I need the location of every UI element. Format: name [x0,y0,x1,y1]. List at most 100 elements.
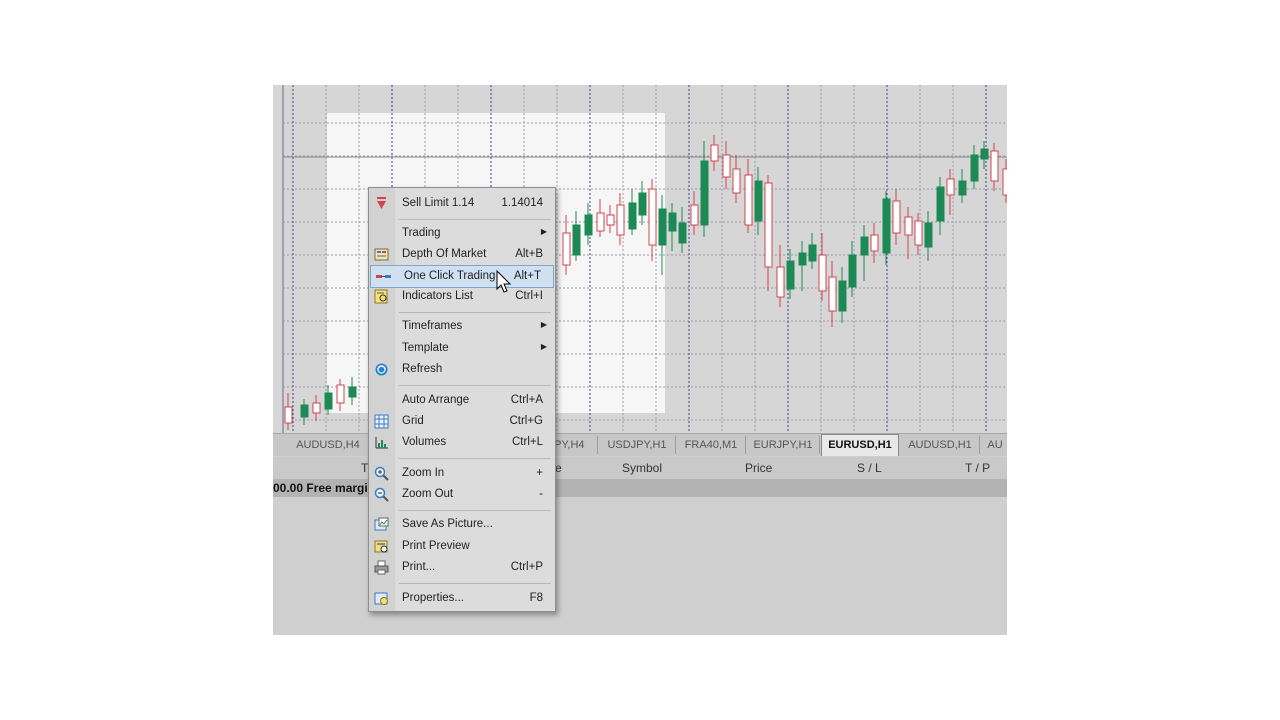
tab-eurjpy-h1[interactable]: EURJPY,H1 [747,436,820,454]
candlestick [958,169,967,203]
zoom-out-icon [374,487,389,502]
candlestick [596,199,605,237]
candlestick [798,241,807,291]
menu-item-label: Sell Limit 1.14 [402,197,475,209]
candlestick [690,191,699,235]
candlestick [754,167,763,235]
menu-item-zoom-in[interactable]: Zoom In + [369,463,555,484]
menu-separator [399,385,551,386]
menu-item-auto-arrange[interactable]: Auto Arrange Ctrl+A [369,390,555,411]
mouse-pointer-icon [496,269,512,297]
depth-of-market-icon [374,247,389,262]
column-header-symbol[interactable]: Symbol [622,461,662,475]
tab-eurusd-h1[interactable]: EURUSD,H1 [821,434,899,456]
menu-item-label: Zoom In [402,467,445,479]
menu-item-label: Print Preview [402,540,470,552]
menu-item-label: Volumes [402,436,447,448]
menu-item-label: Trading [402,227,441,239]
candlestick [744,159,753,233]
candlestick [658,195,667,275]
candlestick [606,205,615,233]
candlestick [584,203,593,245]
menu-item-label: Grid [402,415,424,427]
menu-item-shortcut: Ctrl+L [512,436,543,448]
menu-item-label: Template [402,342,449,354]
menu-separator [399,510,551,511]
menu-item-label: Zoom Out [402,488,454,500]
menu-item-refresh[interactable]: Refresh [369,359,555,380]
menu-item-shortcut: Ctrl+A [510,394,543,406]
candlestick [776,245,785,307]
column-header-tp[interactable]: T / P [965,461,990,475]
tab-fra40-m1[interactable]: FRA40,M1 [677,436,746,454]
menu-item-label: Print... [402,561,436,573]
menu-item-depth-of-market[interactable]: Depth Of Market Alt+B [369,244,555,265]
menu-item-template[interactable]: Template ▶ [369,338,555,359]
column-header-sl[interactable]: S / L [857,461,882,475]
save-picture-icon [374,517,389,532]
candlestick [638,181,647,225]
menu-item-shortcut: + [536,467,543,479]
candlestick [722,141,731,189]
menu-separator [399,458,551,459]
menu-item-label: Indicators List [402,290,473,302]
candlestick [892,189,901,245]
one-click-trading-icon [376,269,391,284]
menu-item-label: One Click Trading [404,270,496,282]
menu-item-shortcut: - [539,488,543,500]
candlestick [980,141,989,169]
menu-item-volumes[interactable]: Volumes Ctrl+L [369,432,555,453]
candlestick [628,189,637,235]
refresh-icon [374,362,389,377]
menu-item-label: Refresh [402,363,443,375]
print-preview-icon [374,539,389,554]
candlestick [882,191,891,265]
menu-item-shortcut: F8 [529,592,543,604]
candlestick [1002,159,1007,203]
menu-item-shortcut: 1.14014 [501,197,543,209]
candlestick [818,233,827,301]
menu-item-timeframes[interactable]: Timeframes ▶ [369,316,555,337]
candlestick [924,211,933,261]
free-margin-text: 00.00 Free margin [273,481,376,495]
menu-item-trading[interactable]: Trading ▶ [369,223,555,244]
candlestick [990,143,999,191]
menu-item-one-click-trading[interactable]: One Click Trading Alt+T [370,265,554,288]
menu-item-sell-limit[interactable]: Sell Limit 1.14 1.14014 [369,193,555,214]
candlestick [710,135,719,171]
tab-usdjpy-h1[interactable]: USDJPY,H1 [599,436,676,454]
candlestick [300,399,309,425]
menu-separator [399,312,551,313]
menu-item-print[interactable]: Print... Ctrl+P [369,557,555,578]
menu-item-indicators-list[interactable]: Indicators List Ctrl+I [369,286,555,307]
menu-item-shortcut: Alt+B [515,248,543,260]
candlestick [828,261,837,327]
candlestick [678,207,687,253]
chart-context-menu: Sell Limit 1.14 1.14014 Trading ▶ Depth … [368,187,556,612]
printer-icon [374,560,389,575]
menu-item-grid[interactable]: Grid Ctrl+G [369,411,555,432]
candlestick [860,225,869,281]
candlestick [808,233,817,269]
menu-item-shortcut: Ctrl+P [510,561,543,573]
candlestick [572,211,581,261]
candlestick [348,377,357,405]
menu-item-save-as-picture[interactable]: Save As Picture... [369,514,555,535]
tab-au[interactable]: AU [983,436,1007,454]
submenu-arrow-icon: ▶ [540,342,547,351]
tab-audusd-h4[interactable]: AUDUSD,H4 [283,436,374,454]
grid-icon [374,414,389,429]
column-header[interactable]: e [555,461,562,475]
zoom-in-icon [374,466,389,481]
candlestick [312,395,321,421]
candlestick [284,393,293,430]
menu-item-shortcut: Ctrl+I [515,290,543,302]
menu-separator [399,583,551,584]
menu-item-zoom-out[interactable]: Zoom Out - [369,484,555,505]
column-header-price[interactable]: Price [745,461,772,475]
candlestick [336,379,345,411]
menu-item-properties[interactable]: Properties... F8 [369,588,555,609]
candlestick [914,213,923,255]
menu-item-print-preview[interactable]: Print Preview [369,536,555,557]
tab-audusd-h1[interactable]: AUDUSD,H1 [901,436,980,454]
